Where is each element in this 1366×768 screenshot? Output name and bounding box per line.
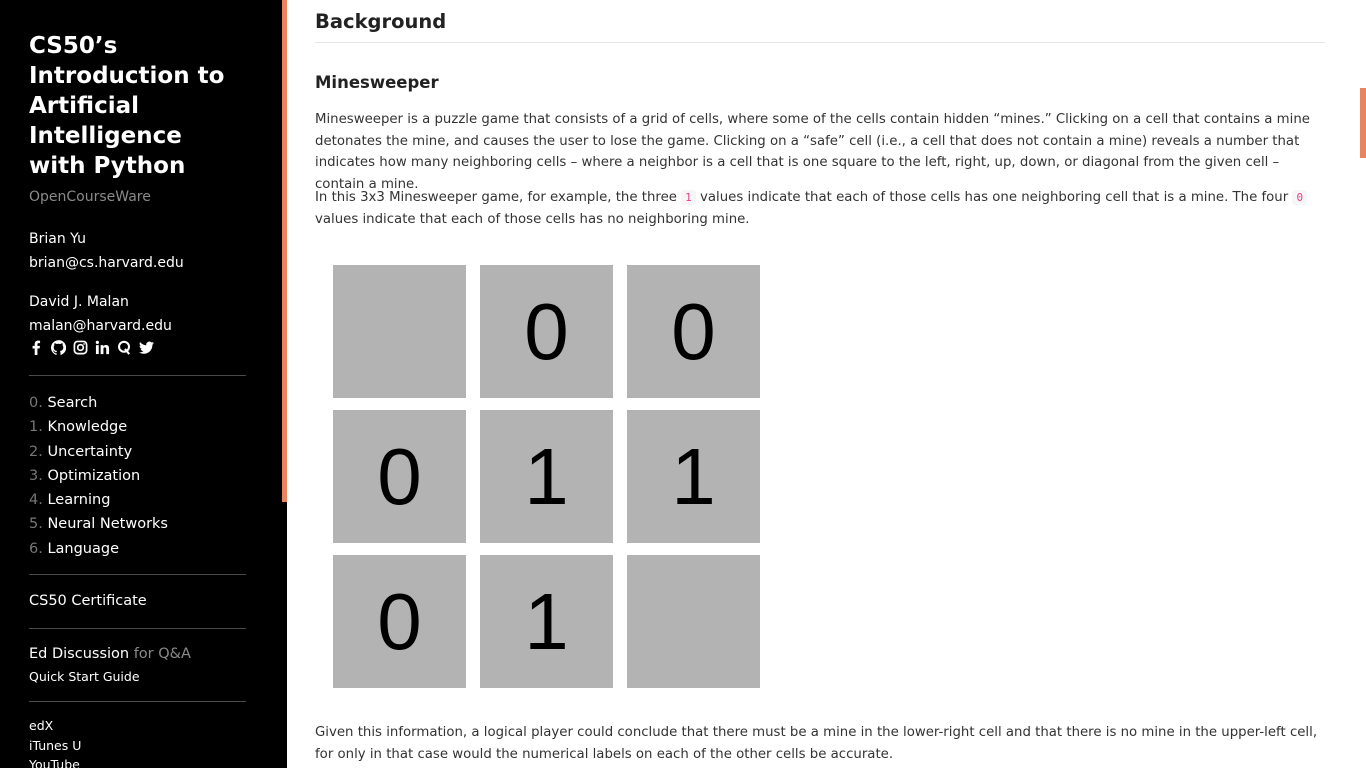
- section-title: Background: [315, 10, 447, 33]
- twitter-icon[interactable]: [139, 340, 154, 355]
- nav-item-search[interactable]: 0. Search: [29, 391, 168, 415]
- itunes-u-link[interactable]: iTunes U: [29, 738, 81, 753]
- opencourseware-label[interactable]: OpenCourseWare: [29, 189, 151, 205]
- instructor-name: Brian Yu: [29, 231, 86, 247]
- edx-link[interactable]: edX: [29, 718, 53, 733]
- instructor-email[interactable]: malan@harvard.edu: [29, 314, 172, 338]
- nav-item-learning[interactable]: 4. Learning: [29, 488, 168, 512]
- sidebar-accent-bar: [282, 0, 287, 502]
- paragraph-intro: Minesweeper is a puzzle game that consis…: [315, 112, 1310, 192]
- sidebar-divider: [29, 574, 246, 575]
- sidebar-divider: [29, 375, 246, 376]
- facebook-icon[interactable]: [29, 340, 44, 355]
- nav-item-language[interactable]: 6. Language: [29, 537, 168, 561]
- section-divider: [315, 42, 1325, 43]
- grid-cell: 1: [627, 410, 760, 543]
- paragraph-example: In this 3x3 Minesweeper game, for exampl…: [315, 187, 1325, 230]
- inline-code: 1: [681, 190, 696, 205]
- paragraph-conclusion: Given this information, a logical player…: [315, 725, 1318, 762]
- sidebar-divider: [29, 628, 246, 629]
- instructor-email[interactable]: brian@cs.harvard.edu: [29, 251, 184, 275]
- nav-item-uncertainty[interactable]: 2. Uncertainty: [29, 440, 168, 464]
- subsection-title: Minesweeper: [315, 73, 439, 92]
- quick-start-guide-link[interactable]: Quick Start Guide: [29, 669, 140, 684]
- grid-cell: 0: [333, 410, 466, 543]
- instructor-name: David J. Malan: [29, 294, 129, 310]
- lecture-nav: 0. Search 1. Knowledge 2. Uncertainty 3.…: [29, 391, 168, 561]
- instructor-brian: Brian Yu brian@cs.harvard.edu: [29, 227, 184, 275]
- instructor-david: David J. Malan malan@harvard.edu: [29, 290, 172, 338]
- grid-cell: 1: [480, 410, 613, 543]
- grid-cell: 0: [480, 265, 613, 398]
- course-title[interactable]: CS50’s Introduction to Artificial Intell…: [29, 31, 246, 181]
- youtube-link[interactable]: YouTube: [29, 757, 80, 768]
- scrollbar-thumb[interactable]: [1360, 88, 1366, 158]
- sidebar: CS50’s Introduction to Artificial Intell…: [0, 0, 287, 768]
- quora-icon[interactable]: [117, 340, 132, 355]
- social-links: [29, 340, 154, 355]
- grid-cell: [627, 555, 760, 688]
- nav-item-knowledge[interactable]: 1. Knowledge: [29, 415, 168, 439]
- instagram-icon[interactable]: [73, 340, 88, 355]
- github-icon[interactable]: [51, 340, 66, 355]
- nav-item-neural-networks[interactable]: 5. Neural Networks: [29, 512, 168, 536]
- cs50-certificate-link[interactable]: CS50 Certificate: [29, 593, 147, 609]
- grid-cell: 0: [627, 265, 760, 398]
- grid-cell: 0: [333, 555, 466, 688]
- linkedin-icon[interactable]: [95, 340, 110, 355]
- ed-discussion-link[interactable]: Ed Discussion for Q&A: [29, 646, 191, 662]
- inline-code: 0: [1292, 190, 1308, 205]
- grid-cell: [333, 265, 466, 398]
- nav-item-optimization[interactable]: 3. Optimization: [29, 464, 168, 488]
- sidebar-divider: [29, 701, 246, 702]
- grid-cell: 1: [480, 555, 613, 688]
